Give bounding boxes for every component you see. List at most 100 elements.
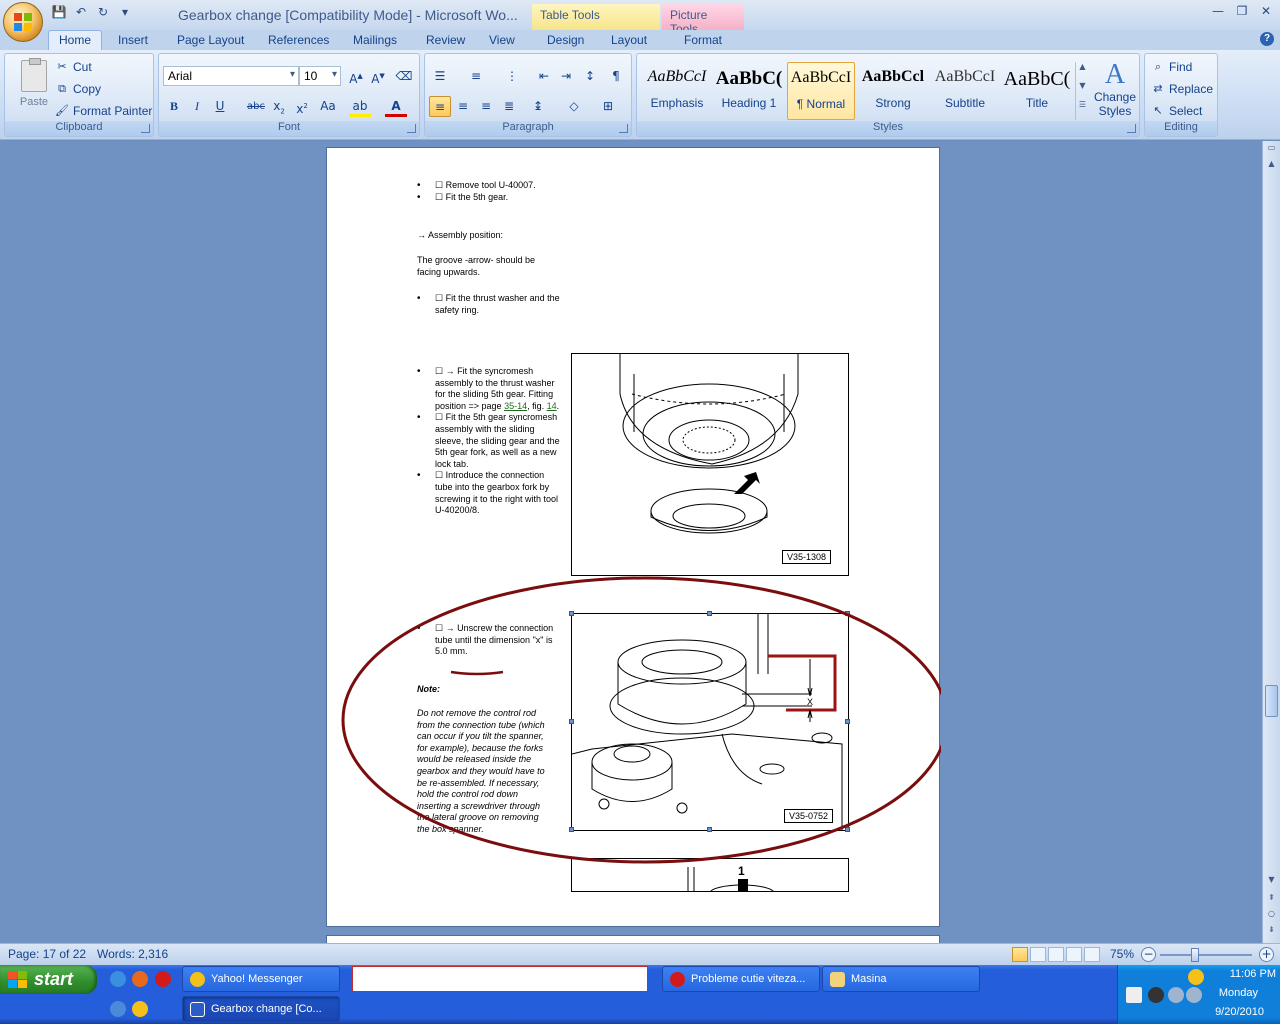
help-icon[interactable]: ? (1260, 32, 1274, 46)
tray-back-icon[interactable] (1168, 987, 1184, 1003)
ruler-toggle-icon[interactable]: ▭ (1263, 143, 1280, 157)
customize-qat-icon[interactable]: ▾ (116, 5, 134, 19)
tab-insert[interactable]: Insert (118, 30, 148, 50)
full-screen-reading-icon[interactable] (1030, 947, 1046, 962)
align-center-icon[interactable]: ≡ (452, 96, 474, 117)
zoom-slider-track[interactable] (1160, 954, 1252, 956)
internet-explorer-icon[interactable] (110, 971, 126, 987)
tab-design[interactable]: Design (547, 30, 584, 50)
tab-page-layout[interactable]: Page Layout (177, 30, 244, 50)
tab-format[interactable]: Format (684, 30, 722, 50)
strikethrough-icon[interactable]: abc (245, 96, 267, 117)
style-subtitle[interactable]: AaBbCcI Subtitle (931, 62, 999, 120)
justify-icon[interactable]: ≣ (498, 96, 520, 117)
font-name-combo[interactable]: Arial (163, 66, 299, 86)
undo-icon[interactable]: ↶ (72, 5, 90, 19)
grow-font-icon[interactable]: A▲ (345, 66, 367, 87)
tab-mailings[interactable]: Mailings (353, 30, 397, 50)
style-normal[interactable]: AaBbCcI ¶ Normal (787, 62, 855, 120)
zoom-slider-thumb[interactable] (1191, 948, 1199, 962)
gallery-up-icon[interactable]: ▲ (1076, 62, 1089, 81)
superscript-icon[interactable]: x2 (291, 96, 313, 117)
underline-icon[interactable]: U (209, 96, 231, 117)
select-browse-object-icon[interactable]: ○ (1263, 909, 1280, 923)
change-case-icon[interactable]: Aa (317, 96, 339, 117)
tray-help-icon[interactable] (1126, 987, 1142, 1003)
cut-button[interactable]: ✂ Cut (55, 57, 91, 77)
gallery-down-icon[interactable]: ▼ (1076, 81, 1089, 100)
clock-time[interactable]: 11:06 PM (1208, 968, 1276, 980)
shrink-font-icon[interactable]: A▼ (367, 66, 389, 87)
font-size-combo[interactable]: 10 (299, 66, 341, 86)
multilevel-list-icon[interactable]: ⋮ (501, 66, 523, 87)
styles-launcher-icon[interactable] (1127, 124, 1136, 133)
show-desktop-icon[interactable] (110, 1001, 126, 1017)
office-button[interactable] (3, 2, 43, 42)
close-icon[interactable]: ✕ (1256, 4, 1276, 18)
clipboard-launcher-icon[interactable] (141, 124, 150, 133)
tab-view[interactable]: View (489, 30, 515, 50)
next-page-icon[interactable]: ⇟ (1263, 925, 1280, 939)
replace-button[interactable]: ⇄ Replace (1151, 79, 1213, 99)
copy-button[interactable]: ⧉ Copy (55, 79, 101, 99)
tab-review[interactable]: Review (426, 30, 465, 50)
font-launcher-icon[interactable] (407, 124, 416, 133)
start-button[interactable]: start (0, 965, 97, 994)
minimize-icon[interactable]: — (1208, 4, 1228, 18)
align-right-icon[interactable]: ≡ (475, 96, 497, 117)
scrollbar-thumb[interactable] (1265, 685, 1278, 717)
style-strong[interactable]: AaBbCcl Strong (859, 62, 927, 120)
bold-icon[interactable]: B (163, 96, 185, 117)
style-emphasis[interactable]: AaBbCcI Emphasis (643, 62, 711, 120)
clear-formatting-icon[interactable]: ⌫ (393, 66, 415, 87)
tray-audio-icon[interactable] (1186, 987, 1202, 1003)
subscript-icon[interactable]: x2 (268, 96, 290, 117)
highlight-icon[interactable]: ab (349, 96, 371, 117)
paragraph-launcher-icon[interactable] (619, 124, 628, 133)
line-spacing-icon[interactable]: ↨ (527, 96, 549, 117)
word-count[interactable]: Words: 2,316 (97, 947, 168, 961)
taskbar-item-blank[interactable] (352, 966, 648, 992)
taskbar-item-opera[interactable]: Probleme cutie viteza... (662, 966, 820, 992)
format-painter-button[interactable]: 🖌 Format Painter (55, 101, 152, 121)
show-formatting-icon[interactable]: ¶ (605, 66, 627, 87)
tray-network-icon[interactable] (1148, 987, 1164, 1003)
taskbar-item-word[interactable]: Gearbox change [Co... (182, 996, 340, 1022)
zoom-out-icon[interactable]: − (1141, 947, 1156, 962)
scroll-down-icon[interactable]: ▼ (1263, 875, 1280, 889)
draft-view-icon[interactable] (1084, 947, 1100, 962)
bullets-icon[interactable]: ☰ (429, 66, 451, 87)
italic-icon[interactable]: I (186, 96, 208, 117)
save-icon[interactable]: 💾 (50, 5, 68, 19)
paste-button[interactable]: Paste (13, 58, 55, 118)
opera-icon[interactable] (155, 971, 171, 987)
zoom-in-icon[interactable]: + (1259, 947, 1274, 962)
tray-messenger-icon[interactable] (1188, 969, 1204, 985)
tab-references[interactable]: References (268, 30, 329, 50)
select-button[interactable]: ↖ Select (1151, 101, 1202, 121)
shading-icon[interactable]: ◇ (563, 96, 585, 117)
align-left-icon[interactable]: ≡ (429, 96, 451, 117)
tab-home[interactable]: Home (48, 30, 103, 50)
taskbar-item-yahoo[interactable]: Yahoo! Messenger (182, 966, 340, 992)
restore-icon[interactable]: ❐ (1232, 4, 1252, 18)
borders-icon[interactable]: ⊞ (597, 96, 619, 117)
previous-page-icon[interactable]: ⇞ (1263, 893, 1280, 907)
font-color-icon[interactable]: A (385, 96, 407, 117)
messenger-quick-icon[interactable] (132, 1001, 148, 1017)
find-button[interactable]: ⌕ Find (1151, 57, 1192, 77)
outline-view-icon[interactable] (1066, 947, 1082, 962)
page-count[interactable]: Page: 17 of 22 (8, 947, 86, 961)
numbering-icon[interactable]: ≡ (465, 66, 487, 87)
zoom-level[interactable]: 75% (1110, 947, 1134, 961)
tab-layout[interactable]: Layout (611, 30, 647, 50)
web-layout-icon[interactable] (1048, 947, 1064, 962)
redo-icon[interactable]: ↻ (94, 5, 112, 19)
styles-gallery-scroll[interactable]: ▲ ▼ ☰ (1075, 62, 1089, 120)
gallery-more-icon[interactable]: ☰ (1076, 100, 1089, 119)
taskbar-item-masina[interactable]: Masina (822, 966, 980, 992)
decrease-indent-icon[interactable]: ⇤ (533, 66, 555, 87)
increase-indent-icon[interactable]: ⇥ (555, 66, 577, 87)
print-layout-view-icon[interactable] (1012, 947, 1028, 962)
change-styles-button[interactable]: A Change Styles (1093, 60, 1137, 122)
